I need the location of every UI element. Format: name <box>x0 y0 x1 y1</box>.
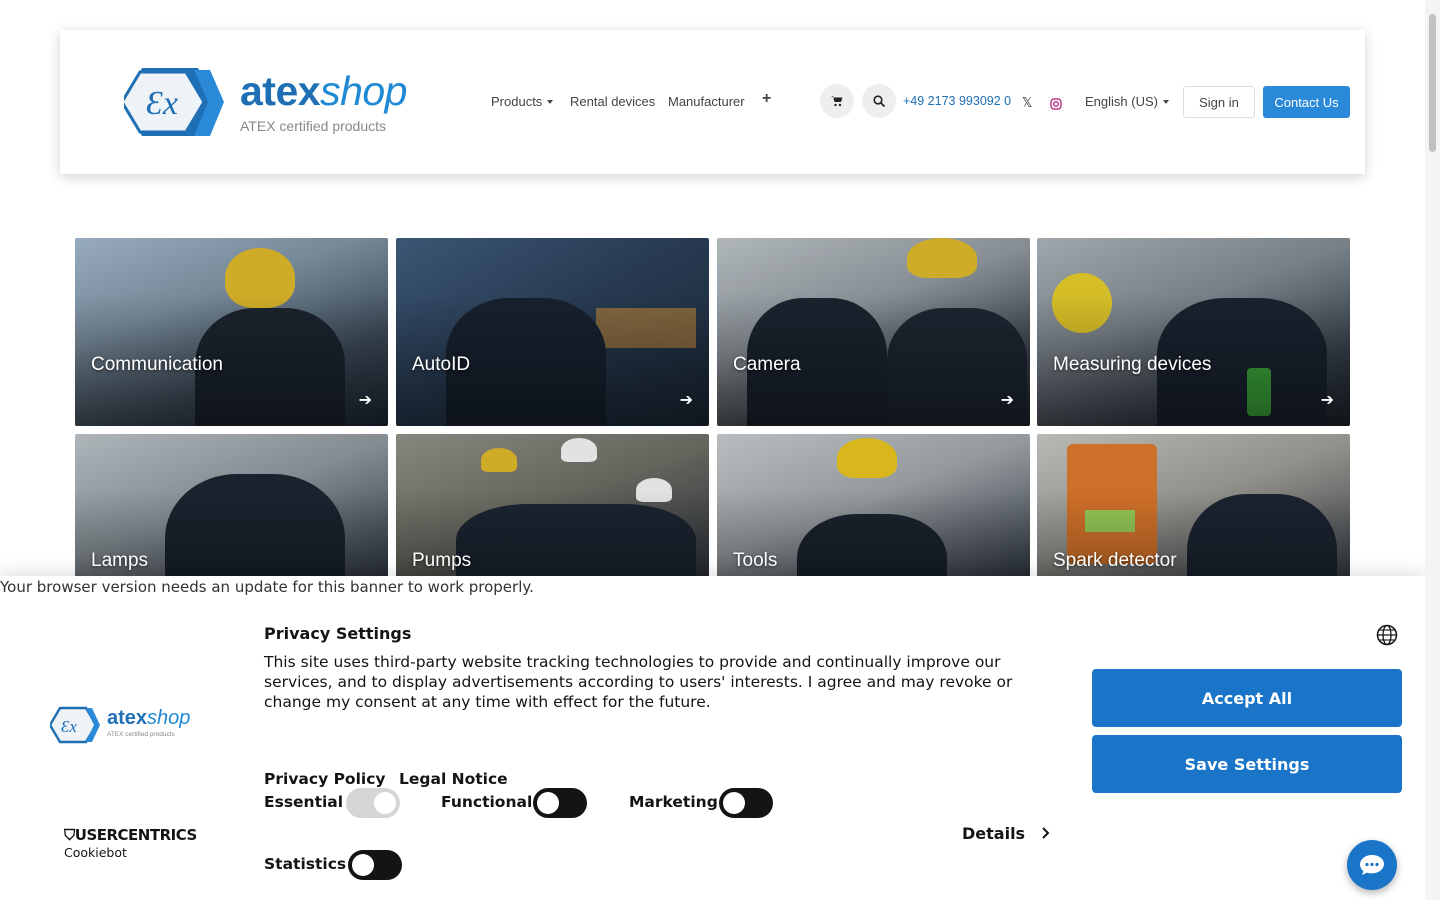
instagram-icon[interactable] <box>1050 95 1062 114</box>
category-label: Measuring devices <box>1053 354 1212 375</box>
site-header: Ɛx atexshop ATEX certified products Prod… <box>60 30 1365 174</box>
nav-products[interactable]: Products <box>491 94 554 109</box>
toggle-knob <box>352 854 374 876</box>
category-label: AutoID <box>412 354 471 375</box>
banner-logo-wordmark: atexshop <box>107 707 191 729</box>
arrow-right-icon: ➔ <box>1320 390 1334 409</box>
contact-us-button[interactable]: Contact Us <box>1263 86 1350 118</box>
cart-button[interactable] <box>820 84 854 118</box>
functional-label: Functional <box>441 793 533 811</box>
marketing-toggle[interactable] <box>719 788 773 818</box>
privacy-policy-link[interactable]: Privacy Policy <box>264 770 386 788</box>
svg-text:Ɛx: Ɛx <box>61 717 77 736</box>
toggle-knob <box>537 792 559 814</box>
svg-text:Ɛx: Ɛx <box>146 85 178 122</box>
essential-label: Essential <box>264 793 344 811</box>
marketing-label: Marketing <box>629 793 718 811</box>
accept-all-button[interactable]: Accept All <box>1092 669 1402 727</box>
atexshop-logo[interactable]: Ɛx atexshop ATEX certified products <box>124 66 424 138</box>
banner-logo-tagline: ATEX certified products <box>107 731 175 738</box>
statistics-label: Statistics <box>264 855 347 873</box>
category-tile-autoid[interactable]: AutoID ➔ <box>396 238 709 426</box>
nav-manufacturer[interactable]: Manufacturer <box>668 94 745 109</box>
page-scrollbar[interactable] <box>1425 0 1440 900</box>
category-label: Camera <box>733 354 801 375</box>
chat-bubble-icon <box>1360 855 1384 875</box>
category-tile-measuring-devices[interactable]: Measuring devices ➔ <box>1037 238 1350 426</box>
tile-shade <box>75 238 388 426</box>
legal-notice-link[interactable]: Legal Notice <box>399 770 508 788</box>
cart-icon <box>831 96 843 107</box>
details-link[interactable]: Details <box>962 824 1051 843</box>
logo-wordmark: atexshop <box>240 68 407 114</box>
category-label: Communication <box>91 354 223 375</box>
tile-shade <box>1037 238 1350 426</box>
category-tile-communication[interactable]: Communication ➔ <box>75 238 388 426</box>
globe-icon[interactable] <box>1376 624 1398 646</box>
arrow-right-icon: ➔ <box>358 390 372 409</box>
functional-toggle[interactable] <box>533 788 587 818</box>
category-label: Spark detector <box>1053 550 1177 571</box>
tile-shade <box>717 238 1030 426</box>
chevron-right-icon <box>1041 827 1050 839</box>
chevron-down-icon <box>547 100 554 104</box>
banner-atexshop-logo: Ɛx atexshop ATEX certified products <box>50 706 200 746</box>
sign-in-button[interactable]: Sign in <box>1183 86 1255 118</box>
nav-rental-devices[interactable]: Rental devices <box>570 94 655 109</box>
tile-shade <box>396 238 709 426</box>
arrow-right-icon: ➔ <box>1000 390 1014 409</box>
cookie-consent-banner: Ɛx atexshop ATEX certified products ⛉USE… <box>0 576 1425 900</box>
search-icon <box>873 95 885 107</box>
essential-toggle <box>346 788 400 818</box>
ex-hexagon-icon: Ɛx <box>124 68 224 136</box>
nav-more-button[interactable]: + <box>762 90 771 108</box>
language-selector[interactable]: English (US) <box>1085 94 1169 109</box>
chat-button[interactable] <box>1347 840 1397 890</box>
arrow-right-icon: ➔ <box>679 390 693 409</box>
banner-title: Privacy Settings <box>264 624 412 643</box>
category-tile-camera[interactable]: Camera ➔ <box>717 238 1030 426</box>
toggle-knob <box>723 792 745 814</box>
x-twitter-icon[interactable]: 𝕏 <box>1022 96 1032 111</box>
chevron-down-icon <box>1162 100 1169 104</box>
banner-text: This site uses third-party website track… <box>264 653 1013 711</box>
browser-update-notice: Your browser version needs an update for… <box>0 578 1425 598</box>
ex-hexagon-icon: Ɛx <box>50 706 100 744</box>
toggle-knob <box>374 792 396 814</box>
scrollbar-thumb[interactable] <box>1429 14 1436 152</box>
category-label: Tools <box>733 550 778 571</box>
phone-link[interactable]: +49 2173 993092 0 <box>903 94 1011 108</box>
shield-icon: ⛉ <box>64 826 75 844</box>
cookiebot-label: Cookiebot <box>64 845 127 860</box>
usercentrics-logo: ⛉USERCENTRICS Cookiebot <box>64 826 197 860</box>
logo-tagline: ATEX certified products <box>240 118 387 134</box>
save-settings-button[interactable]: Save Settings <box>1092 735 1402 793</box>
search-button[interactable] <box>862 84 896 118</box>
category-label: Lamps <box>91 550 149 571</box>
category-label: Pumps <box>412 550 472 571</box>
statistics-toggle[interactable] <box>348 850 402 880</box>
